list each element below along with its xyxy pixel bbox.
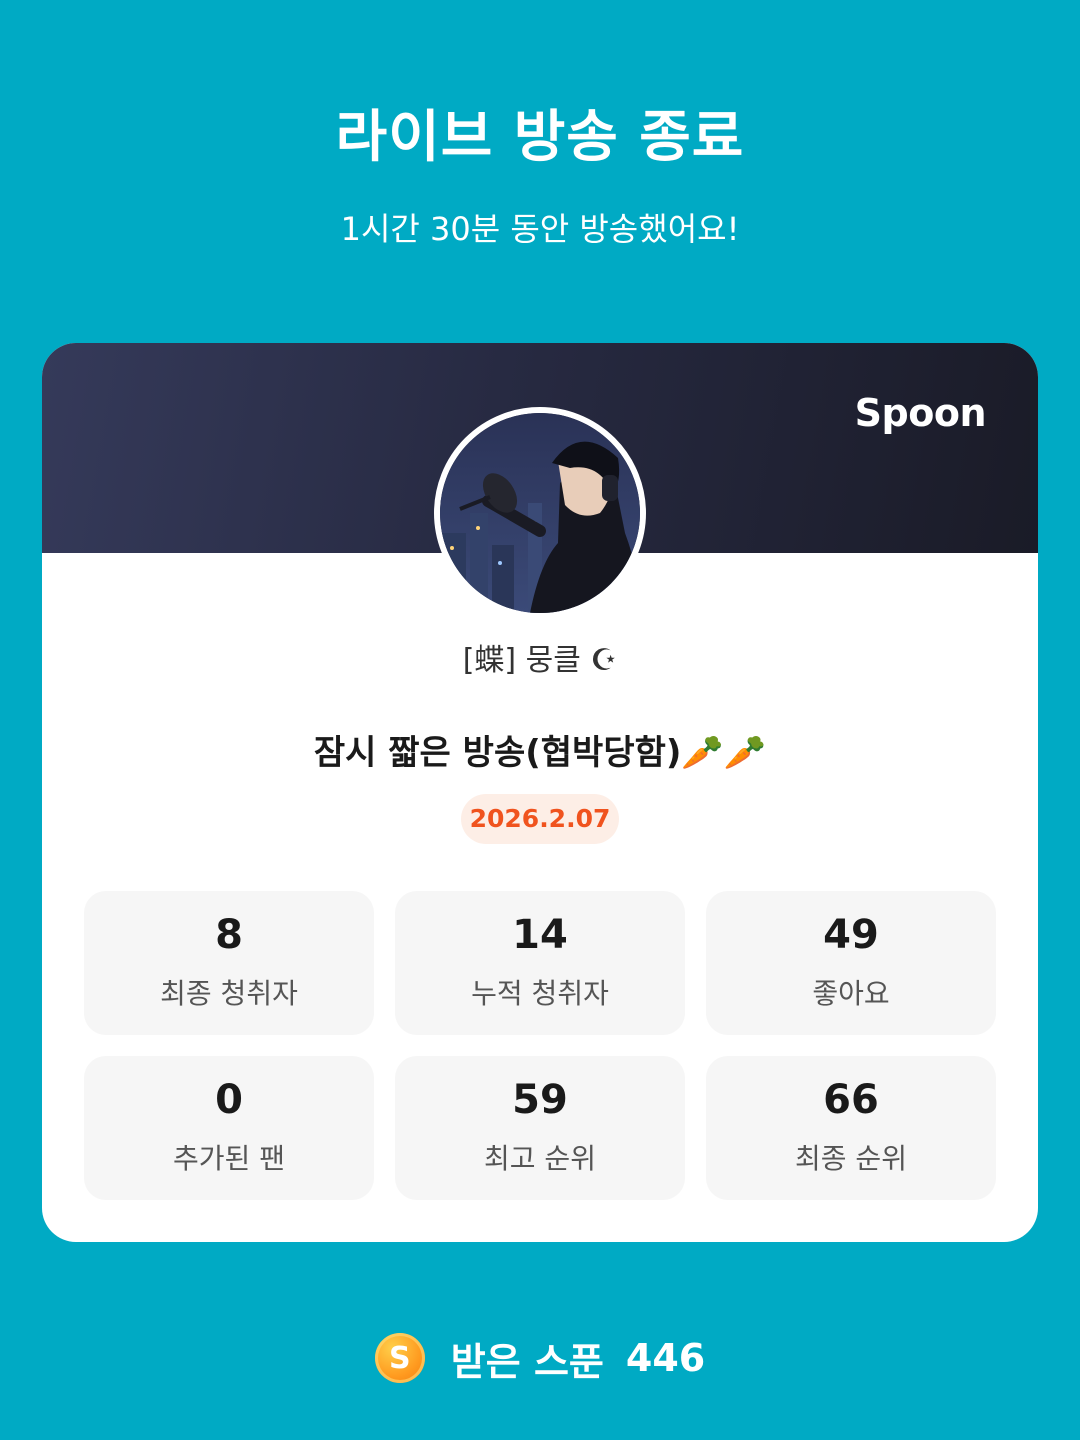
stat-label: 최고 순위 [484,1142,596,1175]
broadcast-summary-card: Spoon [蝶] 뭉클 ☪ 잠시 짧은 방송(협박당함)🥕🥕 2026.2.0… [42,343,1038,1242]
stat-value: 59 [512,1077,568,1123]
received-spoons: S 받은 스푼 446 [0,1330,1080,1386]
stat-value: 66 [823,1077,879,1123]
date-badge: 2026.2.07 [461,794,619,844]
spoon-coin-icon: S [374,1333,425,1383]
stat-label: 최종 순위 [795,1142,907,1175]
stat-value: 0 [215,1077,243,1123]
stream-title: 잠시 짧은 방송(협박당함)🥕🥕 [313,733,767,773]
page-title: 라이브 방송 종료 [335,105,745,170]
stat-value: 8 [215,912,243,958]
stat-value: 49 [823,912,879,958]
stat-new-fans: 0 추가된 팬 [84,1056,374,1200]
stat-label: 최종 청취자 [160,977,298,1010]
stat-final-listeners: 8 최종 청취자 [84,891,374,1035]
stat-label: 누적 청취자 [471,977,609,1010]
stat-final-rank: 66 최종 순위 [706,1056,996,1200]
stat-label: 추가된 팬 [173,1142,285,1175]
stat-likes: 49 좋아요 [706,891,996,1035]
stat-total-listeners: 14 누적 청취자 [395,891,685,1035]
spoon-logo: Spoon [854,391,987,435]
stats-grid: 8 최종 청취자 14 누적 청취자 49 좋아요 0 추가된 팬 59 최고 … [84,891,996,1200]
stat-best-rank: 59 최고 순위 [395,1056,685,1200]
stat-label: 좋아요 [812,977,890,1010]
avatar [434,407,646,619]
stat-value: 14 [512,912,568,958]
broadcast-duration: 1시간 30분 동안 방송했어요! [340,210,740,248]
live-end-screen: 라이브 방송 종료 1시간 30분 동안 방송했어요! Spoon [蝶] 뭉클… [0,0,1080,1440]
received-spoons-label: 받은 스푼 [450,1339,604,1384]
avatar-image [440,413,640,613]
received-spoons-count: 446 [625,1336,706,1380]
streamer-name: [蝶] 뭉클 ☪ [462,643,618,678]
